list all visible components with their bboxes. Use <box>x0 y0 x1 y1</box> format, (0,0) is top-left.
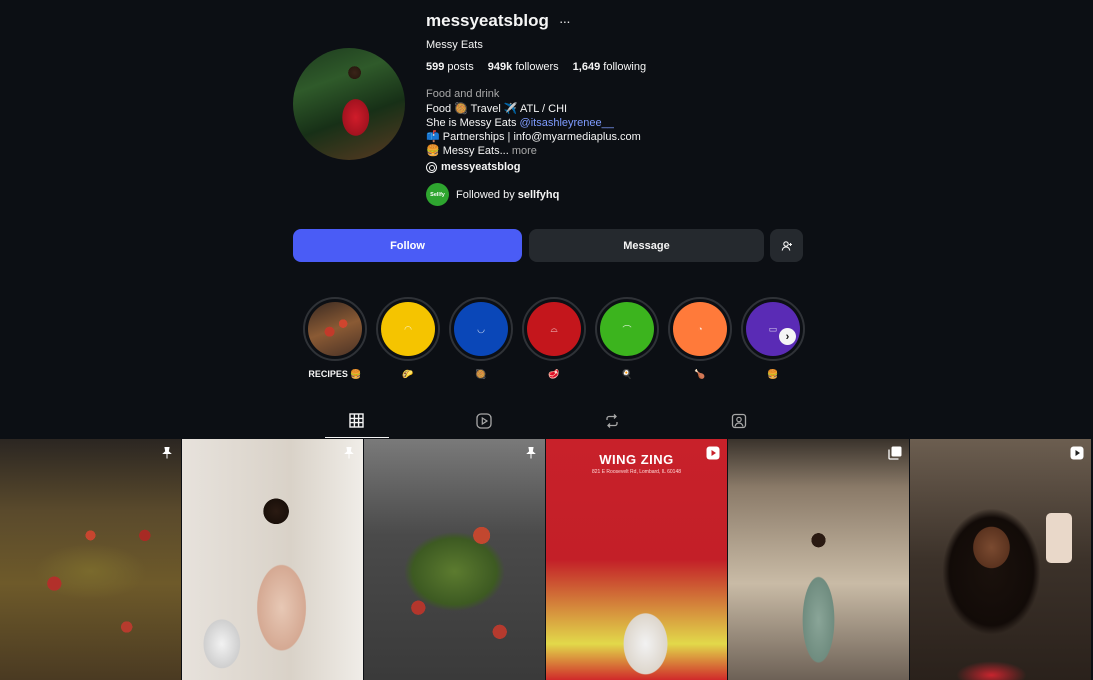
tab-reels[interactable] <box>452 406 516 438</box>
post-tile[interactable] <box>728 439 909 680</box>
post-overlay-title: WING ZING <box>599 452 674 467</box>
threads-link[interactable]: messyeatsblog <box>426 161 806 173</box>
add-user-icon <box>781 240 792 251</box>
pan-icon: ⌒ <box>600 302 654 356</box>
reels-icon <box>476 413 492 429</box>
highlight-item[interactable]: ◡ 🥘 <box>448 297 514 381</box>
tab-posts[interactable] <box>324 406 389 438</box>
bio-line-2: She is Messy Eats @itsashleyrenee__ <box>426 116 806 130</box>
followers-label: followers <box>515 61 559 73</box>
highlight-item[interactable]: RECIPES 🍔 <box>302 297 368 381</box>
full-name: Messy Eats <box>426 39 483 51</box>
bio-line-4: 🍔 Messy Eats... more <box>426 144 806 158</box>
following-stat[interactable]: 1,649 following <box>573 61 646 73</box>
profile-tabs <box>293 406 803 438</box>
post-tile[interactable] <box>364 439 545 680</box>
highlight-label: 🥩 <box>548 369 560 379</box>
bio-line-2-text: She is Messy Eats <box>426 117 520 129</box>
bio-more-link[interactable]: more <box>512 145 537 157</box>
highlight-label: 🌮 <box>402 369 414 379</box>
pin-icon <box>526 447 536 459</box>
highlight-item[interactable]: ◠ 🌮 <box>375 297 441 381</box>
posts-stat: 599 posts <box>426 61 474 73</box>
pin-icon <box>344 447 354 459</box>
message-button[interactable]: Message <box>529 229 764 262</box>
story-highlights: RECIPES 🍔 ◠ 🌮 ◡ 🥘 ⌓ 🥩 ⌒ 🍳 ◔ 🍗 ▭ 🍔 › <box>302 297 805 383</box>
highlight-label: 🍗 <box>694 369 706 379</box>
highlight-ring: ⌓ <box>522 297 586 361</box>
threads-icon <box>426 161 437 173</box>
highlight-ring: ▭ <box>741 297 805 361</box>
bio-line-4-text: 🍔 Messy Eats... <box>426 145 512 157</box>
drumstick-icon: ◔ <box>673 302 727 356</box>
steak-icon: ⌓ <box>527 302 581 356</box>
bowl-icon: ◡ <box>454 302 508 356</box>
suggested-users-button[interactable] <box>770 229 803 262</box>
carousel-icon <box>888 446 902 460</box>
threads-handle: messyeatsblog <box>441 161 521 173</box>
follow-button[interactable]: Follow <box>293 229 522 262</box>
more-options-icon[interactable]: ··· <box>559 13 571 29</box>
highlight-ring: ◠ <box>376 297 440 361</box>
followed-by-text: Followed by sellfyhq <box>456 189 559 201</box>
profile-avatar[interactable] <box>293 48 405 160</box>
bio-mention-link[interactable]: @itsashleyrenee__ <box>520 117 614 129</box>
highlight-ring: ◡ <box>449 297 513 361</box>
username-row: messyeatsblog ··· <box>426 10 806 32</box>
followed-by-user: sellfyhq <box>517 188 560 201</box>
bio-line-3: 📫 Partnerships | info@myarmediaplus.com <box>426 131 641 143</box>
post-overlay-subtitle: 821 E Roosevelt Rd, Lombard, IL 60148 <box>591 469 682 475</box>
post-tile[interactable] <box>0 439 181 680</box>
tab-reposts[interactable] <box>580 406 644 438</box>
highlight-label: 🍔 <box>767 369 779 379</box>
following-label: following <box>603 61 647 73</box>
followed-by[interactable]: Sellfy Followed by sellfyhq <box>426 183 806 206</box>
username: messyeatsblog <box>426 11 549 30</box>
grid-icon <box>349 413 364 428</box>
highlight-label: 🍳 <box>621 369 633 379</box>
reel-icon <box>1070 446 1084 460</box>
highlight-label: RECIPES 🍔 <box>308 369 362 379</box>
highlight-ring: ⌒ <box>595 297 659 361</box>
profile-avatar-image <box>293 48 405 160</box>
reel-icon <box>706 446 720 460</box>
highlight-label: 🥘 <box>475 369 487 379</box>
posts-label: posts <box>447 61 474 73</box>
followed-by-prefix: Followed by <box>456 188 518 201</box>
profile-category: Food and drink <box>426 88 500 100</box>
highlight-item[interactable]: ⌓ 🥩 <box>521 297 587 381</box>
repost-icon <box>606 414 618 428</box>
profile-page: messyeatsblog ··· Messy Eats 599 posts 9… <box>0 0 1093 680</box>
post-tile[interactable] <box>182 439 363 680</box>
highlight-item[interactable]: ◔ 🍗 <box>667 297 733 381</box>
post-grid: WING ZING 821 E Roosevelt Rd, Lombard, I… <box>0 439 1093 680</box>
phone-shape <box>1046 513 1072 563</box>
highlight-ring <box>303 297 367 361</box>
food-photo <box>308 302 362 356</box>
follower-avatar: Sellfy <box>426 183 449 206</box>
highlight-item[interactable]: ⌒ 🍳 <box>594 297 660 381</box>
post-tile[interactable] <box>910 439 1091 680</box>
following-count: 1,649 <box>572 61 601 73</box>
followers-count: 949k <box>487 61 513 73</box>
taco-icon: ◠ <box>381 302 435 356</box>
highlight-ring: ◔ <box>668 297 732 361</box>
posts-count: 599 <box>426 61 445 73</box>
post-tile[interactable]: WING ZING 821 E Roosevelt Rd, Lombard, I… <box>546 439 727 680</box>
followers-stat[interactable]: 949k followers <box>488 61 559 73</box>
profile-info: messyeatsblog ··· Messy Eats 599 posts 9… <box>426 10 806 206</box>
tagged-icon <box>732 413 747 429</box>
highlight-item[interactable]: ▭ 🍔 <box>740 297 806 381</box>
tab-tagged[interactable] <box>707 406 771 438</box>
bio-line-1: Food 🥘 Travel ✈️ ATL / CHI <box>426 103 568 115</box>
highlights-next-button[interactable]: › <box>779 328 796 345</box>
chevron-right-icon: › <box>785 330 790 343</box>
pin-icon <box>162 447 172 459</box>
profile-stats: 599 posts 949k followers 1,649 following <box>426 61 806 73</box>
